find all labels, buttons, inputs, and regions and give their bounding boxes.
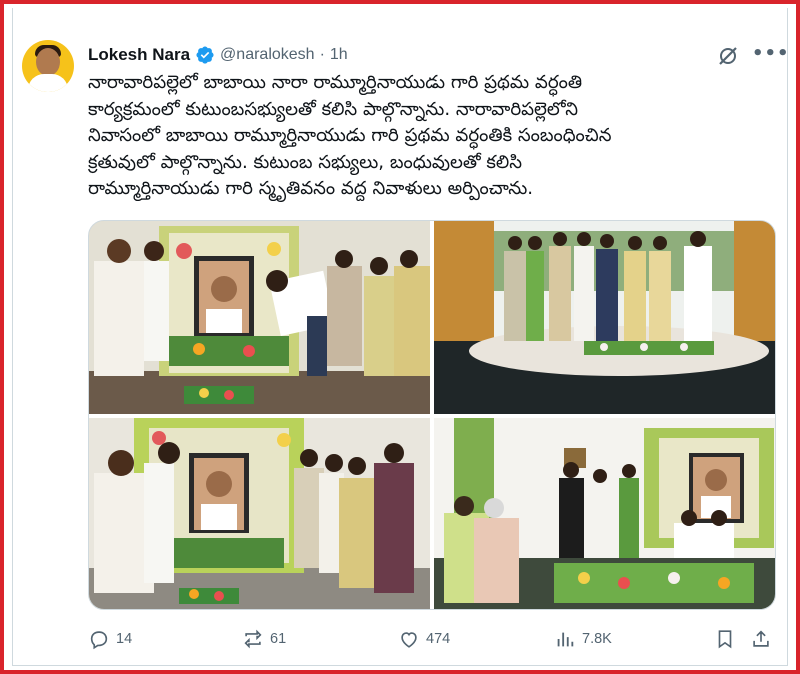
grok-icon[interactable] [716,44,740,68]
repost-icon [244,629,262,649]
share-button[interactable] [750,626,772,652]
like-icon [401,632,417,648]
like-button[interactable]: 474 [398,626,450,652]
photo-memorial-pool-image [434,221,775,414]
views-button[interactable]: 7.8K [554,626,612,652]
views-icon [557,632,574,647]
views-count: 7.8K [582,631,612,647]
photo-ritual-bow-image [89,221,430,414]
action-bar: 14 61 474 7.8K [88,626,776,652]
reply-icon [90,631,108,650]
share-icon [753,630,769,647]
repost-button[interactable]: 61 [242,626,286,652]
author-handle[interactable]: @naralokesh [220,46,315,64]
media-photo-4[interactable] [434,418,775,609]
more-icon[interactable]: ••• [752,45,789,66]
verified-badge-icon [196,46,214,64]
photo-family-tribute-image [89,418,430,609]
media-photo-3[interactable] [89,418,430,609]
media-photo-2[interactable] [434,221,775,414]
avatar[interactable] [22,40,74,92]
tweet-text-line: కార్యక్రమంలో కుటుంబసభ్యులతో కలిసి పాల్గొ… [88,98,578,120]
tweet-text-line: క్రతువులో పాల్గొన్నాను. కుటుంబ సభ్యులు, … [88,151,523,173]
separator-dot: · [319,46,325,63]
avatar-face [36,48,60,76]
timestamp[interactable]: 1h [330,46,348,64]
photo-home-ceremony-image [434,418,775,609]
tweet-text: నారావారిపల్లెలో బాబాయి నారా రామ్మూర్తినా… [88,70,768,203]
tweet-header: Lokesh Nara @naralokesh · 1h [88,44,348,66]
author-name[interactable]: Lokesh Nara [88,45,190,65]
tweet-text-line: రామ్మూర్తినాయుడు గారి స్మృతివనం వద్ద నివ… [88,178,534,199]
repost-count: 61 [270,631,287,647]
reply-count: 14 [116,631,133,647]
like-count: 474 [426,631,451,647]
bookmark-button[interactable] [714,626,736,652]
reply-button[interactable]: 14 [88,626,132,652]
bookmark-icon [718,630,732,649]
tweet-text-line: నారావారిపల్లెలో బాబాయి నారా రామ్మూర్తినా… [88,72,583,93]
media-grid [88,220,776,610]
media-photo-1[interactable] [89,221,430,414]
tweet-text-line: నివాసంలో బాబాయి రామ్మూర్తినాయుడు గారి ప్… [88,125,612,146]
avatar-shirt [28,74,68,92]
